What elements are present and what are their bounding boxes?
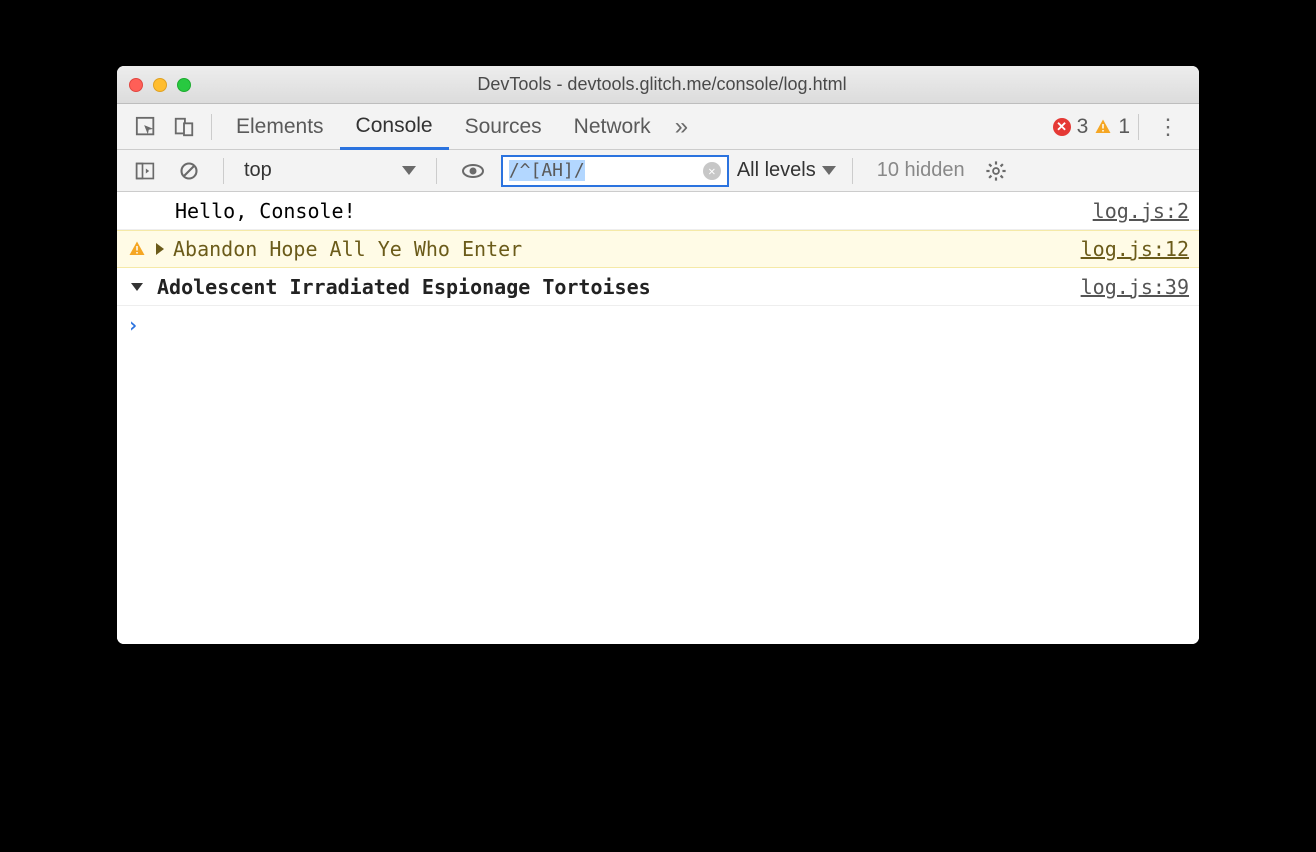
clear-console-icon[interactable] xyxy=(171,155,207,187)
window-title: DevTools - devtools.glitch.me/console/lo… xyxy=(191,74,1133,95)
log-row-group[interactable]: Adolescent Irradiated Espionage Tortoise… xyxy=(117,268,1199,306)
log-row-warning[interactable]: Abandon Hope All Ye Who Enter log.js:12 xyxy=(117,230,1199,268)
tab-console[interactable]: Console xyxy=(340,104,449,150)
log-message: Abandon Hope All Ye Who Enter xyxy=(169,237,1081,261)
console-toolbar: top /^[AH]/ ✕ All levels 10 hidden xyxy=(117,150,1199,192)
devtools-window: DevTools - devtools.glitch.me/console/lo… xyxy=(117,66,1199,644)
console-settings-icon[interactable] xyxy=(981,160,1011,182)
more-tabs-chevron-icon[interactable]: » xyxy=(667,107,696,147)
execution-context-selector[interactable]: top xyxy=(240,159,420,182)
tab-network[interactable]: Network xyxy=(558,104,667,150)
levels-label: All levels xyxy=(737,159,816,182)
log-source-link[interactable]: log.js:12 xyxy=(1081,237,1189,261)
warning-icon xyxy=(128,240,146,258)
zoom-window-button[interactable] xyxy=(177,78,191,92)
filter-input[interactable]: /^[AH]/ ✕ xyxy=(501,155,729,187)
warning-count: 1 xyxy=(1118,115,1130,139)
console-empty-area[interactable] xyxy=(117,344,1199,644)
warning-icon xyxy=(1094,118,1112,136)
minimize-window-button[interactable] xyxy=(153,78,167,92)
log-message: Hello, Console! xyxy=(151,199,1093,223)
close-window-button[interactable] xyxy=(129,78,143,92)
error-count: 3 xyxy=(1077,115,1089,139)
prompt-chevron-icon: › xyxy=(127,313,139,337)
inspect-element-icon[interactable] xyxy=(127,110,165,144)
error-warning-badges[interactable]: ✕ 3 1 xyxy=(1053,115,1130,139)
devtools-tabbar: Elements Console Sources Network » ✕ 3 1… xyxy=(117,104,1199,150)
collapse-arrow-icon[interactable] xyxy=(131,283,143,291)
hidden-messages-count[interactable]: 10 hidden xyxy=(869,159,973,182)
window-titlebar: DevTools - devtools.glitch.me/console/lo… xyxy=(117,66,1199,104)
live-expression-icon[interactable] xyxy=(453,153,493,189)
device-toolbar-icon[interactable] xyxy=(165,110,203,144)
error-icon: ✕ xyxy=(1053,118,1071,136)
more-options-icon[interactable]: ⋮ xyxy=(1147,114,1189,140)
log-row[interactable]: Hello, Console! log.js:2 xyxy=(117,192,1199,230)
chevron-down-icon xyxy=(402,166,416,175)
tab-elements[interactable]: Elements xyxy=(220,104,340,150)
log-source-link[interactable]: log.js:2 xyxy=(1093,199,1189,223)
console-prompt[interactable]: › xyxy=(117,306,1199,344)
expand-arrow-icon[interactable] xyxy=(156,243,164,255)
log-source-link[interactable]: log.js:39 xyxy=(1081,275,1189,299)
log-message: Adolescent Irradiated Espionage Tortoise… xyxy=(151,275,1081,299)
clear-filter-icon[interactable]: ✕ xyxy=(703,162,721,180)
log-levels-selector[interactable]: All levels xyxy=(737,159,836,182)
sidebar-toggle-icon[interactable] xyxy=(127,155,163,187)
chevron-down-icon xyxy=(822,166,836,175)
context-label: top xyxy=(244,159,272,182)
tab-sources[interactable]: Sources xyxy=(449,104,558,150)
console-log-area: Hello, Console! log.js:2 Abandon Hope Al… xyxy=(117,192,1199,644)
filter-value: /^[AH]/ xyxy=(509,160,697,181)
